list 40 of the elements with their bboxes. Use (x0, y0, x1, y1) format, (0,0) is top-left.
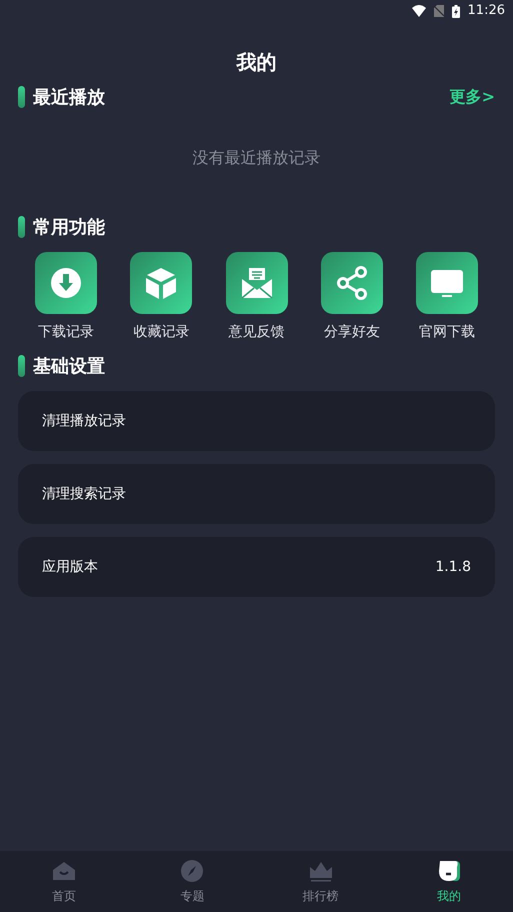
settings-label: 清理播放记录 (42, 412, 126, 430)
nav-tab[interactable]: 我的 (404, 851, 494, 912)
settings-label: 清理搜索记录 (42, 484, 126, 504)
download-icon (49, 266, 83, 300)
section-heading: 常用功能 (33, 216, 105, 240)
face-icon (436, 858, 461, 882)
page-title: 我的 (236, 49, 276, 76)
nav-tab[interactable]: 专题 (147, 851, 238, 912)
wifi-icon (412, 5, 426, 17)
nav-tab[interactable]: 首页 (19, 851, 110, 912)
feature-button[interactable] (226, 252, 288, 314)
feature-button[interactable] (130, 252, 192, 314)
more-link[interactable]: 更多> (450, 85, 495, 109)
settings-row[interactable]: 清理播放记录 (18, 391, 495, 451)
feature-label: 收藏记录 (133, 323, 190, 342)
section-heading: 最近播放 (33, 86, 106, 110)
section-marker (18, 216, 25, 238)
feature-label: 下载记录 (38, 323, 94, 342)
cube-icon (144, 266, 178, 300)
battery-icon (452, 4, 460, 18)
status-time: 11:26 (468, 2, 505, 20)
feature-label: 官网下载 (419, 323, 475, 342)
no-sim-icon (434, 5, 444, 17)
feature-button[interactable] (416, 252, 478, 314)
feature-button[interactable] (320, 252, 383, 314)
section-marker (18, 86, 25, 108)
feature-button[interactable] (35, 252, 97, 314)
section-heading: 基础设置 (33, 354, 105, 378)
section-marker (18, 355, 25, 377)
feature-label: 意见反馈 (228, 323, 284, 342)
empty-message: 没有最近播放记录 (192, 148, 320, 167)
envelope-icon (240, 266, 274, 300)
feature-label: 分享好友 (324, 323, 380, 342)
nav-tab[interactable]: 排行榜 (276, 851, 366, 912)
settings-row[interactable]: 清理搜索记录 (18, 464, 495, 524)
compass-icon (180, 858, 204, 882)
share-icon (334, 266, 369, 300)
settings-row[interactable]: 应用版本 1.1.8 (18, 537, 495, 597)
settings-label: 应用版本 (42, 558, 98, 576)
version-value: 1.1.8 (435, 558, 471, 576)
